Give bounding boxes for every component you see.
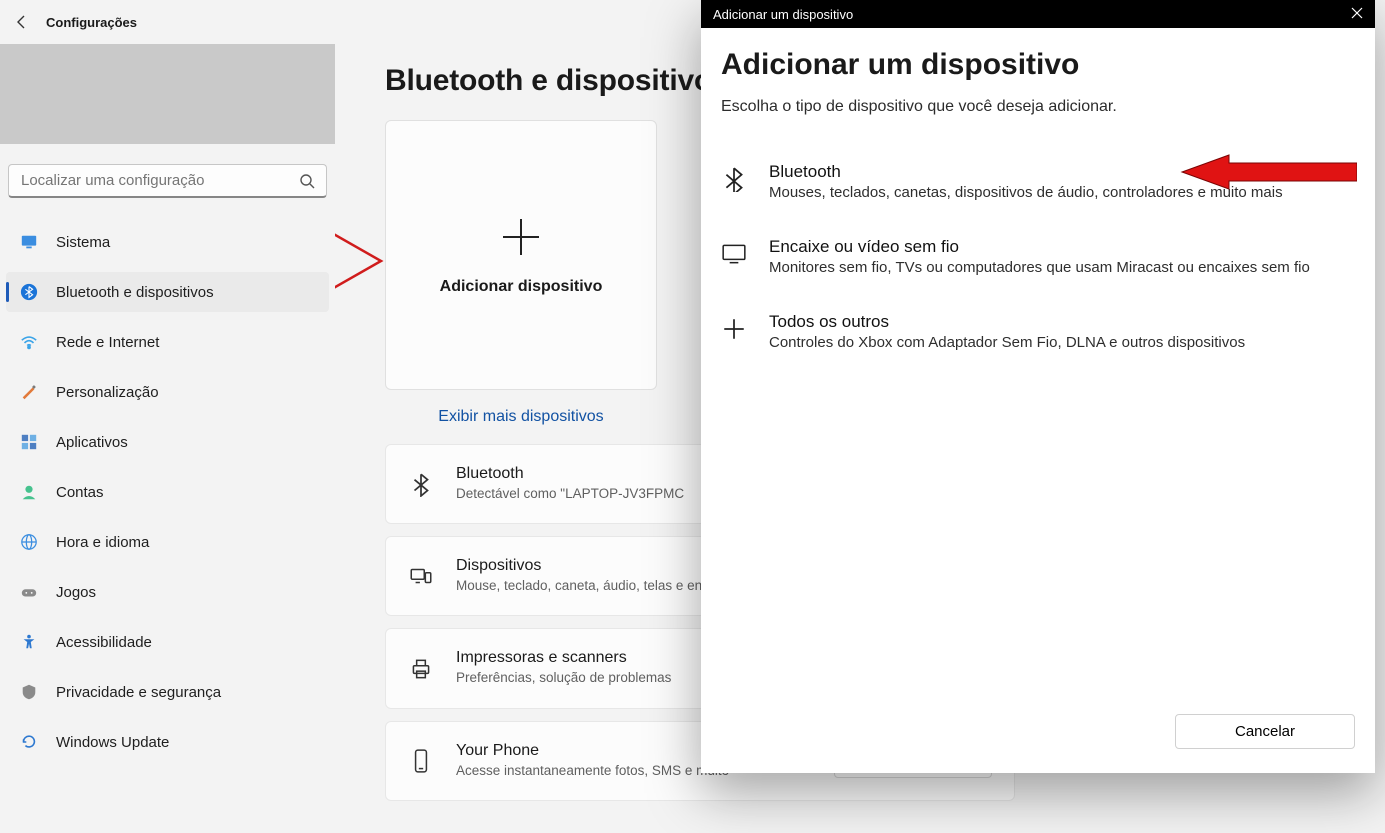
nav-label: Jogos — [56, 584, 96, 601]
wifi-icon — [20, 333, 38, 351]
nav-label: Hora e idioma — [56, 534, 149, 551]
nav-label: Acessibilidade — [56, 634, 152, 651]
nav-list: Sistema Bluetooth e dispositivos Rede e … — [0, 222, 335, 772]
settings-title: Configurações — [46, 15, 137, 30]
bluetooth-icon — [721, 166, 747, 192]
nav-item-apps[interactable]: Aplicativos — [6, 422, 329, 462]
person-icon — [20, 483, 38, 501]
accessibility-icon — [20, 633, 38, 651]
gamepad-icon — [20, 583, 38, 601]
dialog-titlebar: Adicionar um dispositivo — [701, 0, 1375, 28]
nav-item-windows-update[interactable]: Windows Update — [6, 722, 329, 762]
paint-icon — [20, 383, 38, 401]
nav-label: Privacidade e segurança — [56, 684, 221, 701]
nav-item-games[interactable]: Jogos — [6, 572, 329, 612]
display-icon — [721, 241, 747, 267]
option-subtitle: Controles do Xbox com Adaptador Sem Fio,… — [769, 334, 1245, 351]
printer-icon — [408, 656, 434, 682]
nav-item-privacy[interactable]: Privacidade e segurança — [6, 672, 329, 712]
nav-label: Rede e Internet — [56, 334, 159, 351]
update-icon — [20, 733, 38, 751]
nav-item-network[interactable]: Rede e Internet — [6, 322, 329, 362]
search-input[interactable] — [8, 164, 327, 198]
plus-icon — [721, 316, 747, 342]
monitor-icon — [20, 233, 38, 251]
option-title: Bluetooth — [769, 162, 1283, 182]
nav-label: Bluetooth e dispositivos — [56, 284, 214, 301]
sidebar-header: Configurações — [0, 0, 335, 44]
nav-item-system[interactable]: Sistema — [6, 222, 329, 262]
nav-label: Aplicativos — [56, 434, 128, 451]
bluetooth-icon — [20, 283, 38, 301]
dialog-heading: Adicionar um dispositivo — [721, 48, 1355, 82]
show-more-devices-link[interactable]: Exibir mais dispositivos — [385, 390, 657, 444]
add-device-card[interactable]: Adicionar dispositivo — [385, 120, 657, 390]
apps-icon — [20, 433, 38, 451]
nav-item-accounts[interactable]: Contas — [6, 472, 329, 512]
nav-item-time-language[interactable]: Hora e idioma — [6, 522, 329, 562]
phone-icon — [408, 748, 434, 774]
cancel-button[interactable]: Cancelar — [1175, 714, 1355, 749]
sidebar: Configurações Sistema Bluetooth e dispos… — [0, 0, 335, 833]
option-title: Todos os outros — [769, 312, 1245, 332]
plus-icon — [499, 215, 543, 266]
search-icon — [299, 173, 315, 189]
bluetooth-icon — [408, 471, 434, 497]
dialog-footer: Cancelar — [721, 714, 1355, 749]
option-subtitle: Mouses, teclados, canetas, dispositivos … — [769, 184, 1283, 201]
devices-icon — [408, 563, 434, 589]
search-container — [0, 164, 335, 222]
option-bluetooth[interactable]: Bluetooth Mouses, teclados, canetas, dis… — [721, 144, 1355, 219]
nav-item-personalization[interactable]: Personalização — [6, 372, 329, 412]
option-wireless-display[interactable]: Encaixe ou vídeo sem fio Monitores sem f… — [721, 219, 1355, 294]
back-arrow-icon[interactable] — [14, 14, 30, 30]
nav-item-bluetooth[interactable]: Bluetooth e dispositivos — [6, 272, 329, 312]
option-everything-else[interactable]: Todos os outros Controles do Xbox com Ad… — [721, 294, 1355, 369]
dialog-body: Adicionar um dispositivo Escolha o tipo … — [701, 28, 1375, 773]
nav-label: Sistema — [56, 234, 110, 251]
add-device-dialog: Adicionar um dispositivo Adicionar um di… — [701, 0, 1375, 773]
dialog-window-title: Adicionar um dispositivo — [713, 7, 853, 22]
option-subtitle: Monitores sem fio, TVs ou computadores q… — [769, 259, 1310, 276]
annotation-arrow-right — [335, 216, 386, 306]
nav-label: Windows Update — [56, 734, 169, 751]
nav-label: Contas — [56, 484, 104, 501]
user-profile-block[interactable] — [0, 44, 335, 144]
dialog-subheading: Escolha o tipo de dispositivo que você d… — [721, 98, 1355, 116]
nav-item-accessibility[interactable]: Acessibilidade — [6, 622, 329, 662]
nav-label: Personalização — [56, 384, 159, 401]
globe-icon — [20, 533, 38, 551]
close-icon[interactable] — [1335, 7, 1363, 22]
option-title: Encaixe ou vídeo sem fio — [769, 237, 1310, 257]
shield-icon — [20, 683, 38, 701]
add-device-label: Adicionar dispositivo — [440, 278, 603, 296]
